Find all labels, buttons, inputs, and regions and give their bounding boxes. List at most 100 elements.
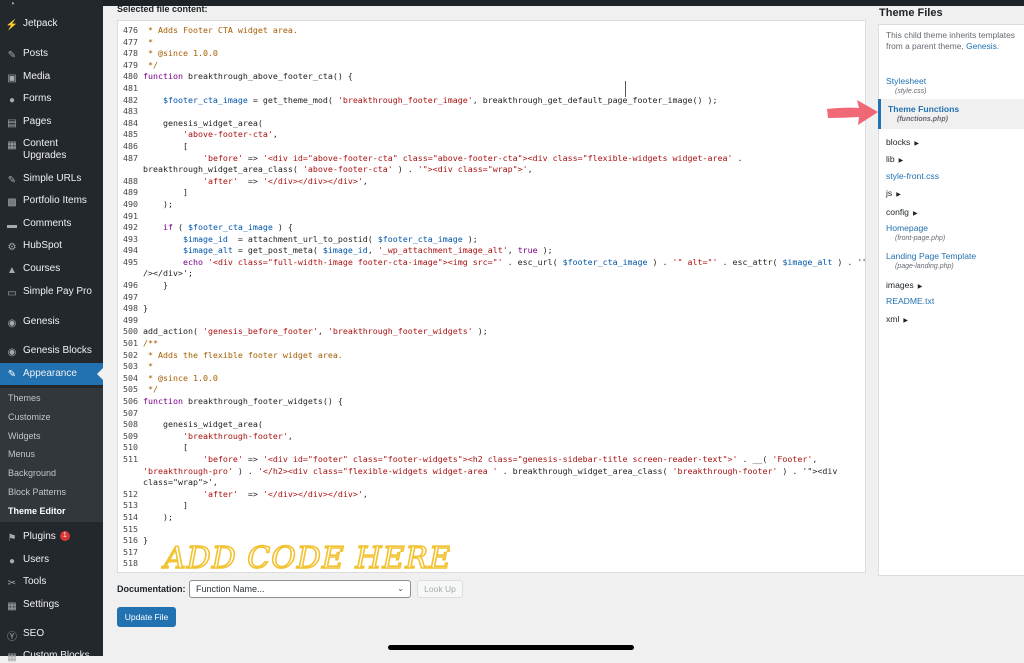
expand-triangle-icon: ▶	[914, 141, 919, 147]
sidebar-item-pages[interactable]: ▤ Pages	[0, 116, 103, 129]
sidebar-item-media[interactable]: ▣ Media	[0, 71, 103, 84]
expand-triangle-icon: ▶	[912, 211, 918, 217]
code-text: 'before' => '<div id="above-footer-cta" …	[202, 152, 743, 163]
code-line: 488 'after' => '</div></div></div>',	[118, 176, 865, 188]
handwritten-annotation: ADD CODE HERE	[160, 540, 450, 577]
code-line: 505 */	[118, 384, 865, 396]
sidebar-item-appearance[interactable]: ✎ Appearance	[0, 363, 103, 385]
code-line: 487 'before' => '<div id="above-footer-c…	[118, 153, 865, 165]
code-line: 485 'above-footer-cta',	[118, 129, 865, 141]
submenu-background[interactable]: Background	[8, 468, 56, 478]
code-line: 501 /**	[118, 338, 865, 350]
submenu-themes[interactable]: Themes	[8, 393, 41, 403]
submenu-widgets[interactable]: Widgets	[8, 431, 41, 441]
parent-theme-link[interactable]: Genesis	[966, 41, 997, 51]
sidebar-item-forms[interactable]: ● Forms	[0, 93, 103, 106]
line-number: 482	[123, 94, 138, 105]
code-text: $footer_cta_image = get_theme_mod( 'brea…	[162, 94, 718, 105]
pin-icon: ✎	[7, 49, 17, 61]
line-number: 491	[123, 210, 138, 221]
code-text: }	[143, 303, 148, 314]
sidebar-item-jetpack[interactable]: ⚡ Jetpack	[0, 18, 103, 31]
submenu-block-patterns[interactable]: Block Patterns	[8, 487, 66, 497]
code-line: 483	[118, 106, 865, 118]
code-line: 486 [	[118, 141, 865, 153]
dir-images[interactable]: images ▶	[886, 280, 922, 290]
sidebar-item-hubspot[interactable]: ⚙ HubSpot	[0, 240, 103, 253]
line-number: 490	[123, 198, 138, 209]
sidebar-item-genesis[interactable]: ◉ Genesis	[0, 316, 103, 329]
line-number: 492	[123, 222, 138, 233]
annotation-arrow-icon	[827, 100, 878, 125]
line-number: 479	[123, 59, 138, 70]
file-homepage[interactable]: Homepage (front-page.php)	[886, 223, 945, 242]
dir-js[interactable]: js ▶	[886, 188, 901, 198]
sidebar-item-simple-pay-pro[interactable]: ▭ Simple Pay Pro	[0, 286, 103, 299]
sidebar-item-seo[interactable]: Ⓨ SEO	[0, 628, 103, 643]
code-text: 'after' => '</div></div></div>',	[202, 175, 368, 186]
sidebar-item-dashboard[interactable]: ◔	[0, 0, 103, 10]
sidebar-item-tools[interactable]: ✂ Tools	[0, 576, 103, 589]
file-readme[interactable]: README.txt	[886, 296, 934, 306]
line-number: 485	[123, 129, 138, 140]
submenu-theme-editor[interactable]: Theme Editor	[8, 506, 66, 516]
file-style-front[interactable]: style-front.css	[886, 171, 939, 181]
code-text: * @since 1.0.0	[143, 48, 218, 59]
code-text: function breakthrough_above_footer_cta()…	[143, 71, 353, 82]
dir-config[interactable]: config ▶	[886, 207, 918, 217]
code-line: 476 * Adds Footer CTA widget area.	[118, 25, 865, 37]
portfolio-icon: ▩	[7, 196, 17, 208]
file-theme-functions-active[interactable]: Theme Functions (functions.php)	[878, 99, 1024, 129]
dir-blocks[interactable]: blocks ▶	[886, 137, 919, 147]
sidebar-item-portfolio-items[interactable]: ▩ Portfolio Items	[0, 195, 103, 208]
line-number: 509	[123, 430, 138, 441]
documentation-function-select[interactable]: Function Name... ⌄	[189, 580, 411, 598]
line-number: 518	[123, 558, 138, 569]
active-indicator	[97, 368, 103, 380]
code-text: }	[143, 535, 148, 546]
media-icon: ▣	[7, 72, 17, 84]
line-number: 484	[123, 117, 138, 128]
sidebar-item-plugins[interactable]: ⚑ Plugins 1	[0, 531, 103, 544]
users-icon: ●	[8, 555, 16, 567]
submenu-menus[interactable]: Menus	[8, 449, 35, 459]
line-number: 480	[123, 71, 138, 82]
documentation-label: Documentation:	[117, 584, 186, 594]
sidebar-item-settings[interactable]: ▦ Settings	[0, 599, 103, 612]
sidebar-item-custom-blocks[interactable]: ▦ Custom Blocks	[0, 650, 103, 663]
code-line: 482 $footer_cta_image = get_theme_mod( '…	[118, 95, 865, 107]
look-up-button[interactable]: Look Up	[417, 580, 463, 598]
file-theme-functions[interactable]: Theme Functions (functions.php)	[888, 104, 959, 123]
sidebar-item-posts[interactable]: ✎ Posts	[0, 48, 103, 61]
code-editor[interactable]: 476 * Adds Footer CTA widget area. 477 * 4…	[117, 20, 866, 573]
genesis-icon: ◉	[7, 317, 17, 329]
update-file-button[interactable]: Update File	[117, 607, 176, 627]
dir-xml[interactable]: xml ▶	[886, 314, 908, 324]
sidebar-item-courses[interactable]: ▲ Courses	[0, 263, 103, 276]
line-number: 508	[123, 419, 138, 430]
code-text: 'breakthrough-footer',	[182, 430, 293, 441]
line-number: 504	[123, 372, 138, 383]
submenu-customize[interactable]: Customize	[8, 412, 51, 422]
file-landing-page-template[interactable]: Landing Page Template (page-landing.php)	[886, 251, 976, 270]
chevron-down-icon: ⌄	[397, 584, 404, 593]
line-number: 513	[123, 500, 138, 511]
sidebar-item-genesis-blocks[interactable]: ◉ Genesis Blocks	[0, 345, 103, 358]
code-line: 503 *	[118, 361, 865, 373]
code-line: 509 'breakthrough-footer',	[118, 431, 865, 443]
content-upgrades-icon: ▦	[7, 139, 17, 151]
line-number: 497	[123, 291, 138, 302]
code-text: genesis_widget_area(	[143, 419, 263, 430]
code-text: }	[143, 280, 168, 291]
sidebar-item-simple-urls[interactable]: ✎ Simple URLs	[0, 173, 103, 186]
expand-triangle-icon: ▶	[903, 318, 908, 324]
sidebar-item-comments[interactable]: ▬ Comments	[0, 218, 103, 231]
code-text: ]	[143, 187, 188, 198]
file-stylesheet[interactable]: Stylesheet (style.css)	[886, 76, 927, 95]
sidebar-item-users[interactable]: ● Users	[0, 554, 103, 567]
admin-top-bar	[103, 0, 1024, 6]
code-line: 513 ]	[118, 500, 865, 512]
sidebar-item-content-upgrades[interactable]: ▦ Content Upgrades	[0, 138, 103, 162]
theme-files-description: This child theme inherits templates from…	[886, 30, 1015, 51]
dir-lib[interactable]: lib ▶	[886, 154, 903, 164]
